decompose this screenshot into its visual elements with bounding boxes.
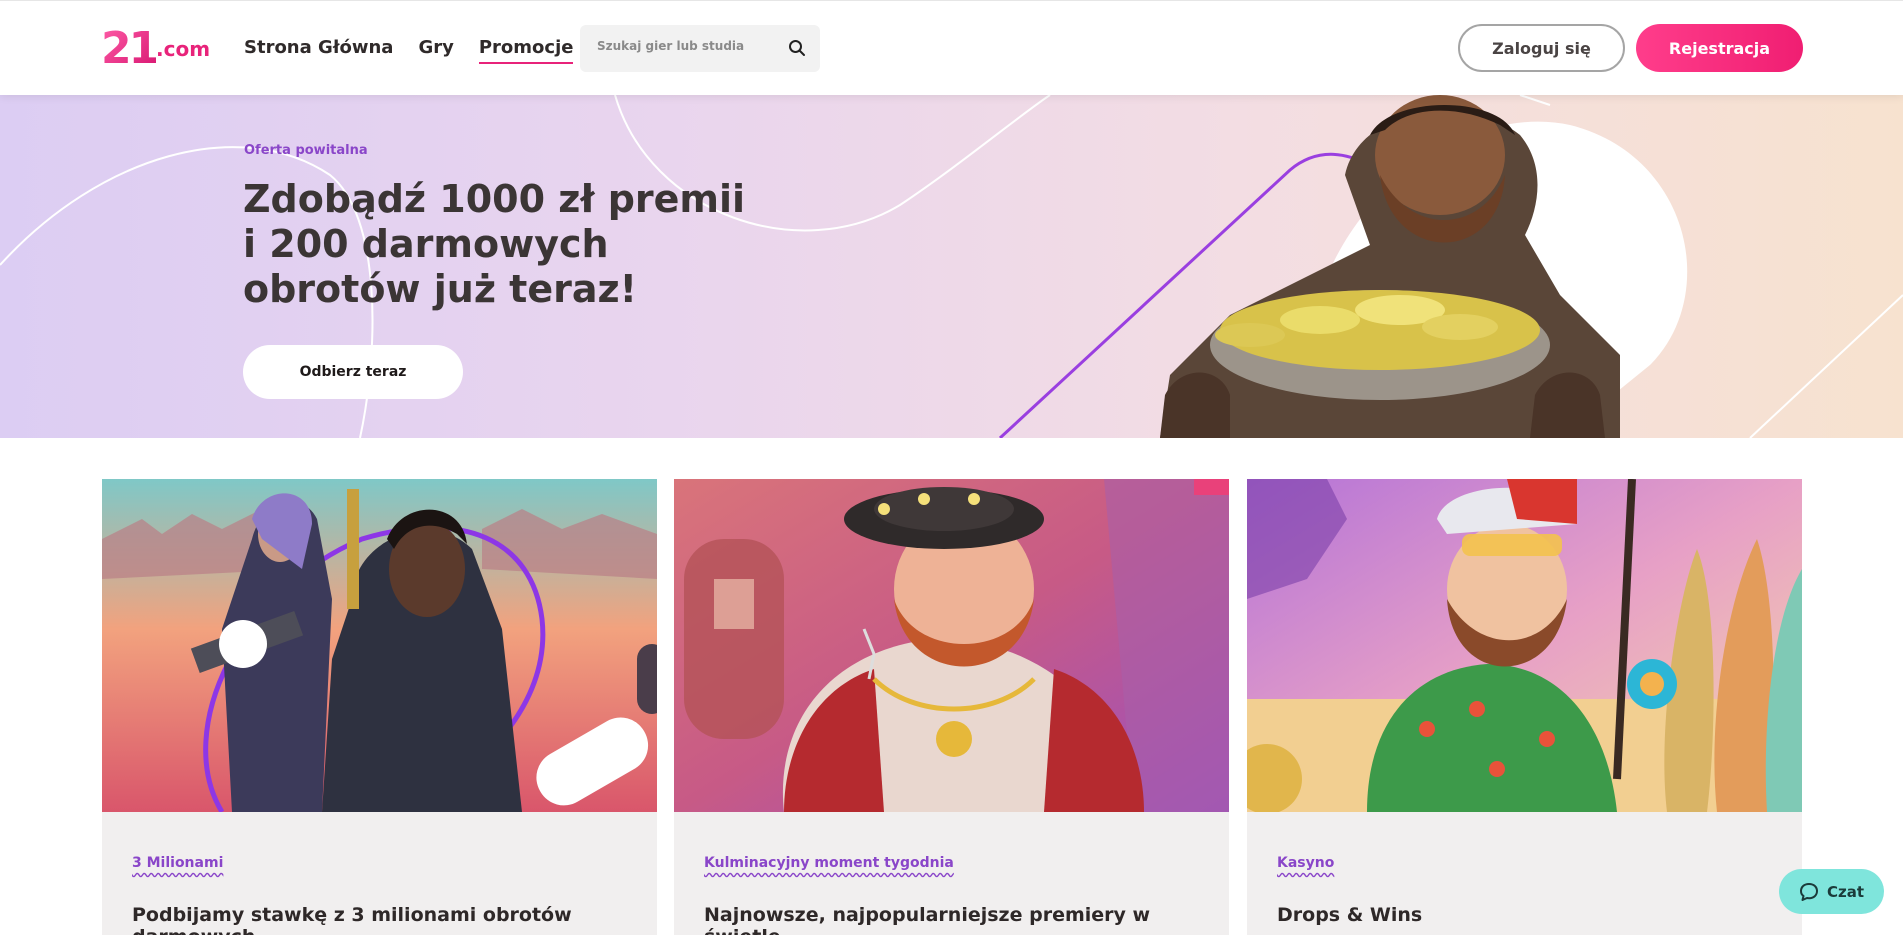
chat-button[interactable]: Czat bbox=[1779, 869, 1884, 914]
hero-banner: Oferta powitalna Zdobądź 1000 zł premii … bbox=[0, 95, 1903, 438]
site-logo[interactable]: 21 .com bbox=[101, 23, 211, 75]
promo-card-tag[interactable]: 3 Milionami bbox=[132, 855, 223, 871]
chat-label: Czat bbox=[1826, 882, 1865, 901]
promo-card-title[interactable]: Drops & Wins bbox=[1277, 904, 1777, 926]
promo-card-title[interactable]: Podbijamy stawkę z 3 milionami obrotów d… bbox=[132, 904, 632, 935]
promo-card-image bbox=[1247, 479, 1802, 812]
promo-card-title[interactable]: Najnowsze, najpopularniejsze premiery w … bbox=[704, 904, 1204, 935]
login-button[interactable]: Zaloguj się bbox=[1458, 24, 1625, 72]
promo-card-image bbox=[674, 479, 1229, 812]
hero-eyebrow: Oferta powitalna bbox=[244, 143, 368, 158]
promo-card-tag[interactable]: Kulminacyjny moment tygodnia bbox=[704, 855, 954, 871]
nav-item-home[interactable]: Strona Główna bbox=[244, 37, 393, 64]
hero-title: Zdobądź 1000 zł premii i 200 darmowych o… bbox=[243, 177, 746, 311]
main-nav: Strona Główna Gry Promocje bbox=[244, 37, 574, 64]
promo-card[interactable]: Kasyno Drops & Wins bbox=[1247, 479, 1802, 935]
nav-item-games[interactable]: Gry bbox=[418, 37, 453, 64]
register-button[interactable]: Rejestracja bbox=[1636, 24, 1803, 72]
search-input[interactable] bbox=[597, 39, 777, 53]
promo-card[interactable]: 3 Milionami Podbijamy stawkę z 3 miliona… bbox=[102, 479, 657, 935]
search-icon[interactable] bbox=[788, 39, 806, 57]
top-header: 21 .com Strona Główna Gry Promocje Zalog… bbox=[0, 0, 1903, 95]
claim-now-button[interactable]: Odbierz teraz bbox=[243, 345, 463, 399]
search-box bbox=[580, 25, 820, 72]
nav-item-promotions[interactable]: Promocje bbox=[478, 37, 574, 64]
chat-bubble-icon bbox=[1799, 882, 1818, 901]
logo-suffix: .com bbox=[156, 37, 211, 61]
promo-card[interactable]: Kulminacyjny moment tygodnia Najnowsze, … bbox=[674, 479, 1229, 935]
promo-card-image bbox=[102, 479, 657, 812]
logo-mark: 21 bbox=[101, 23, 159, 74]
promo-card-tag[interactable]: Kasyno bbox=[1277, 855, 1334, 871]
